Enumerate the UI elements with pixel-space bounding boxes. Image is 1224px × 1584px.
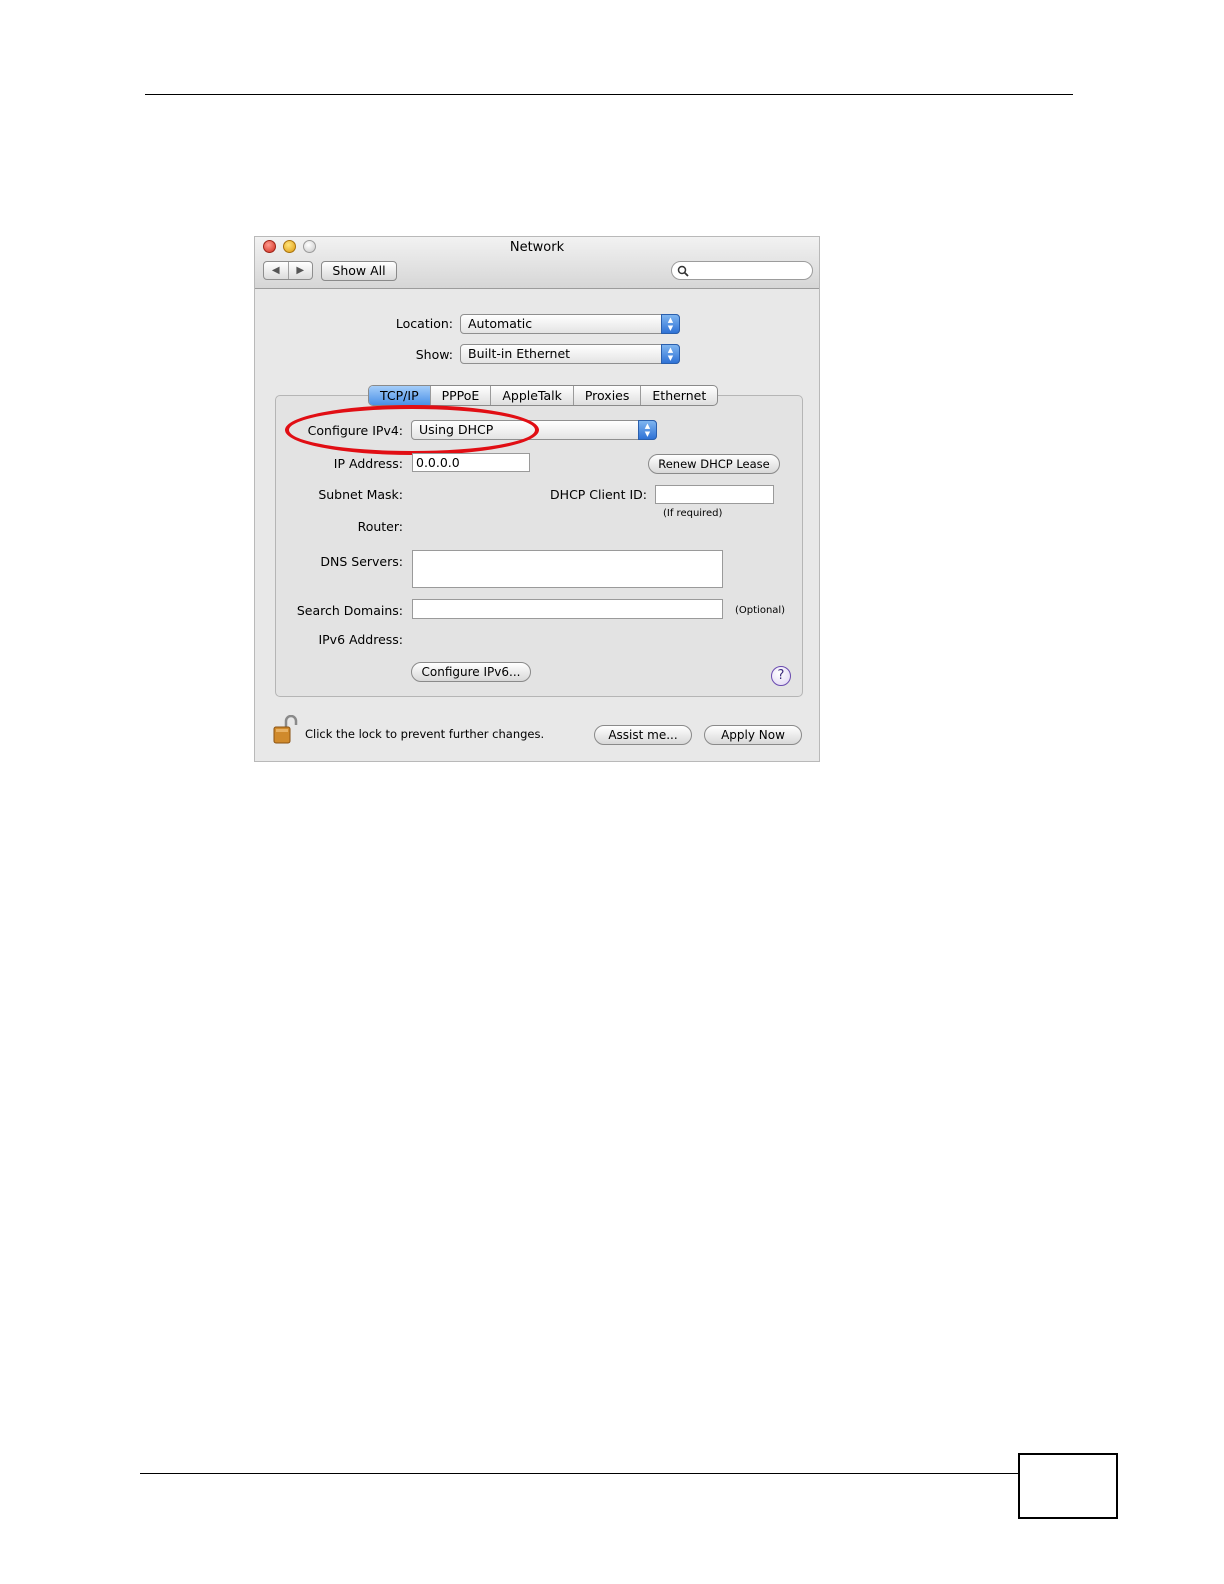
optional-hint: (Optional) xyxy=(735,605,786,616)
lock-icon[interactable] xyxy=(273,715,299,745)
assist-me-button[interactable]: Assist me... xyxy=(594,725,692,745)
ip-address-label: IP Address: xyxy=(333,456,403,471)
dhcp-client-id-field[interactable] xyxy=(655,485,774,504)
page-number-box xyxy=(1018,1453,1118,1519)
tab-appletalk[interactable]: AppleTalk xyxy=(490,386,573,405)
show-all-button[interactable]: Show All xyxy=(321,261,397,281)
popup-arrows-icon: ▲ ▼ xyxy=(661,344,680,364)
tab-ethernet[interactable]: Ethernet xyxy=(640,386,717,405)
if-required-hint: (If required) xyxy=(663,508,723,519)
tab-bar: TCP/IP PPPoE AppleTalk Proxies Ethernet xyxy=(368,385,719,406)
search-domains-field[interactable] xyxy=(412,599,723,619)
router-label: Router: xyxy=(357,519,403,534)
search-domains-label: Search Domains: xyxy=(296,603,403,618)
apply-now-button[interactable]: Apply Now xyxy=(704,725,802,745)
page-header-rule xyxy=(145,94,1073,95)
subnet-mask-label: Subnet Mask: xyxy=(318,487,403,502)
back-arrow-icon[interactable]: ◀ xyxy=(264,262,289,279)
show-value: Built-in Ethernet xyxy=(468,346,571,361)
tab-proxies[interactable]: Proxies xyxy=(572,386,641,405)
tab-pppoe[interactable]: PPPoE xyxy=(429,386,491,405)
highlight-ellipse xyxy=(285,405,539,455)
ipv6-address-label: IPv6 Address: xyxy=(318,632,403,647)
popup-arrows-icon: ▲ ▼ xyxy=(661,314,680,334)
configure-ipv6-button[interactable]: Configure IPv6... xyxy=(411,662,531,682)
dns-servers-label: DNS Servers: xyxy=(320,554,403,569)
dhcp-client-id-label: DHCP Client ID: xyxy=(550,487,647,502)
location-value: Automatic xyxy=(468,316,533,331)
search-icon xyxy=(677,265,689,277)
network-preferences-window: Network ◀ ▶ Show All Location: Automatic… xyxy=(254,236,820,762)
show-label: Show: xyxy=(415,347,453,362)
forward-arrow-icon[interactable]: ▶ xyxy=(289,262,313,279)
window-title: Network xyxy=(509,240,565,255)
back-forward-control: ◀ ▶ xyxy=(263,261,313,280)
ip-address-field[interactable]: 0.0.0.0 xyxy=(412,453,530,472)
lock-message: Click the lock to prevent further change… xyxy=(305,727,545,741)
location-label: Location: xyxy=(395,316,453,331)
renew-dhcp-lease-button[interactable]: Renew DHCP Lease xyxy=(648,454,780,474)
window-toolbar: Network ◀ ▶ Show All xyxy=(255,237,819,289)
show-select[interactable]: Built-in Ethernet ▲ ▼ xyxy=(460,344,680,364)
location-select[interactable]: Automatic ▲ ▼ xyxy=(460,314,680,334)
dns-servers-field[interactable] xyxy=(412,550,723,588)
popup-arrows-icon: ▲ ▼ xyxy=(638,420,657,440)
help-icon[interactable]: ? xyxy=(771,666,791,686)
search-field[interactable] xyxy=(671,261,813,280)
page-footer-rule xyxy=(140,1473,1020,1474)
tab-tcpip[interactable]: TCP/IP xyxy=(369,386,430,405)
